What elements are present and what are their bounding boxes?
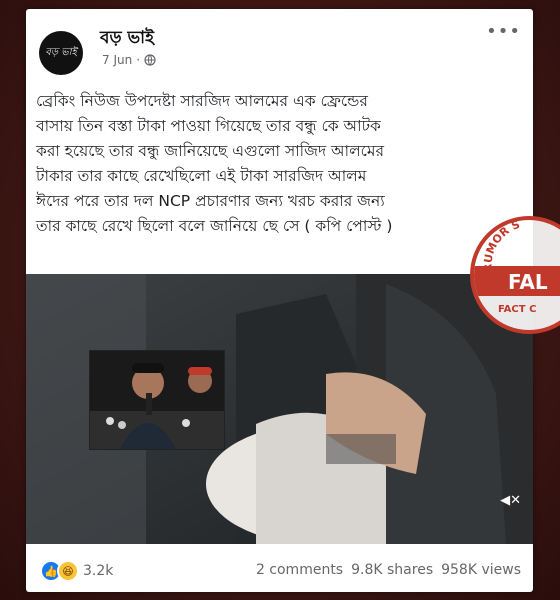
stamp-main-text: FAL xyxy=(508,270,548,294)
globe-icon xyxy=(144,54,156,66)
reactions-summary[interactable]: 👍 😆 3.2k xyxy=(40,560,113,582)
post-date[interactable]: 7 Jun xyxy=(102,53,132,67)
stamp-top-text: RUMOR S xyxy=(481,220,521,273)
page-avatar[interactable]: বড় ভাই xyxy=(39,31,83,75)
speaker-inset-image xyxy=(89,350,225,450)
meta-separator: · xyxy=(136,53,141,67)
haha-icon: 😆 xyxy=(57,560,79,582)
avatar-logo-text: বড় ভাই xyxy=(45,46,77,58)
stamp-bottom-text: FACT C xyxy=(498,304,536,315)
mute-icon[interactable]: ◀✕ xyxy=(500,493,521,508)
engagement-counts: 2 comments 9.8K shares 958K views xyxy=(256,562,521,578)
shares-count[interactable]: 9.8K shares xyxy=(351,562,433,578)
page-name[interactable]: বড় ভাই xyxy=(100,25,154,53)
reaction-count: 3.2k xyxy=(83,563,114,579)
post-video[interactable]: ◀✕ xyxy=(26,274,533,544)
post-meta: 7 Jun · xyxy=(102,53,156,67)
svg-text:RUMOR S: RUMOR S xyxy=(481,220,521,273)
facebook-post: বড় ভাই বড় ভাই 7 Jun · ••• ব্রেকিং নিউজ… xyxy=(26,9,533,592)
more-horizontal-icon[interactable]: ••• xyxy=(486,23,521,41)
false-fact-check-stamp: RUMOR S FAL FACT C xyxy=(470,216,560,334)
post-text: ব্রেকিং নিউজ উপদেষ্টা সারজিদ আলমের এক ফ্… xyxy=(36,92,393,235)
post-stats: 👍 😆 3.2k 2 comments 9.8K shares 958K vie… xyxy=(26,557,533,583)
comments-count[interactable]: 2 comments xyxy=(256,562,343,578)
post-header: বড় ভাই বড় ভাই 7 Jun · ••• xyxy=(26,9,533,79)
views-count: 958K views xyxy=(441,562,521,578)
